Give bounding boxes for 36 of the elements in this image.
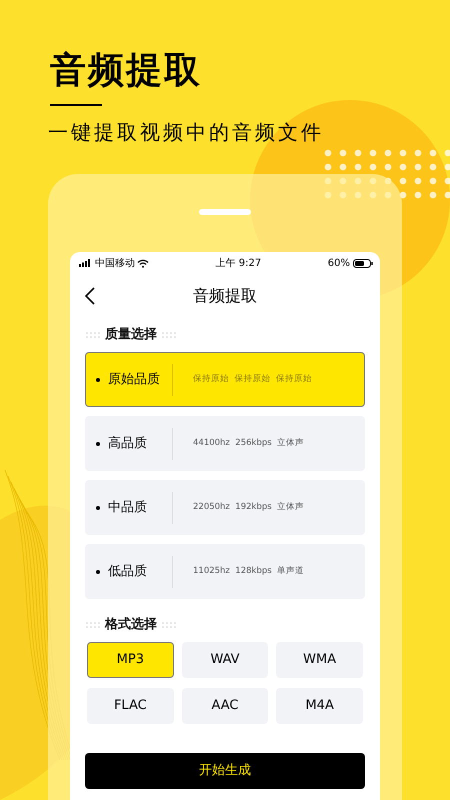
- dotted-divider-icon: [86, 622, 100, 628]
- quality-details: 22050hz 192kbps 立体声: [193, 501, 304, 514]
- quality-option[interactable]: 中品质 22050hz 192kbps 立体声: [85, 480, 365, 535]
- subtitle: 一键提取视频中的音频文件: [48, 119, 325, 146]
- clock-label: 上午 9:27: [216, 256, 262, 270]
- start-button[interactable]: 开始生成: [85, 753, 365, 789]
- format-option[interactable]: WMA: [276, 642, 363, 678]
- quality-name: 低品质: [108, 562, 148, 580]
- quality-details: 11025hz 128kbps 单声道: [193, 565, 304, 578]
- speaker-bar: [199, 209, 251, 215]
- battery-icon: [353, 258, 373, 268]
- back-icon: [85, 287, 95, 305]
- page-title: 音频提取: [193, 284, 257, 306]
- section-label: 格式选择: [105, 616, 157, 634]
- quality-name: 中品质: [108, 498, 148, 516]
- battery-label: 60%: [328, 256, 350, 270]
- quality-option[interactable]: 原始品质 保持原始 保持原始 保持原始: [85, 352, 365, 407]
- dotted-divider-icon: [162, 622, 176, 628]
- dotted-divider-icon: [86, 332, 100, 338]
- quality-option[interactable]: 低品质 11025hz 128kbps 单声道: [85, 544, 365, 599]
- dotted-divider-icon: [162, 332, 176, 338]
- format-option[interactable]: AAC: [182, 688, 268, 724]
- carrier-label: 中国移动: [95, 256, 135, 270]
- wifi-icon: [137, 258, 149, 268]
- headline: 音频提取: [50, 49, 203, 93]
- quality-name: 高品质: [108, 434, 148, 452]
- section-label: 质量选择: [105, 326, 157, 344]
- quality-details: 保持原始 保持原始 保持原始: [193, 373, 312, 386]
- quality-name: 原始品质: [108, 370, 161, 388]
- format-option[interactable]: WAV: [182, 642, 268, 678]
- format-option[interactable]: MP3: [87, 642, 174, 678]
- format-option[interactable]: FLAC: [87, 688, 174, 724]
- quality-details: 44100hz 256kbps 立体声: [193, 437, 304, 450]
- format-option[interactable]: M4A: [276, 688, 363, 724]
- signal-icon: [79, 259, 93, 267]
- quality-option[interactable]: 高品质 44100hz 256kbps 立体声: [85, 416, 365, 471]
